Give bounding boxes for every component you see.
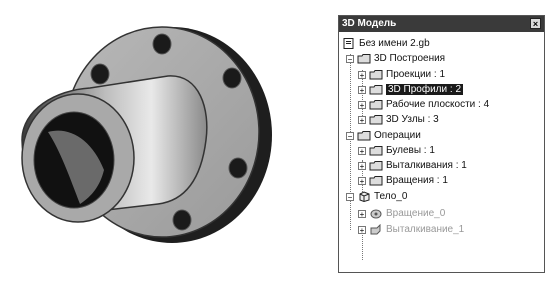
tree-group-operations[interactable]: − Операции: [346, 128, 421, 143]
expand-icon[interactable]: +: [358, 225, 366, 234]
tree-item-3d-nodes[interactable]: +3D Узлы : 3: [358, 112, 439, 127]
collapse-icon[interactable]: −: [346, 54, 354, 63]
close-icon[interactable]: ×: [530, 18, 541, 29]
folder-icon: [369, 85, 383, 95]
folder-icon: [369, 70, 383, 80]
collapse-icon[interactable]: −: [346, 192, 354, 201]
folder-icon: [357, 131, 371, 141]
tree-item-booleans[interactable]: + Булевы : 1: [358, 143, 435, 158]
tree-group-constructions[interactable]: −3D Построения: [346, 51, 445, 66]
expand-icon[interactable]: +: [358, 100, 366, 109]
expand-icon[interactable]: +: [358, 85, 366, 94]
folder-icon: [369, 115, 383, 125]
flange-3d-model: [21, 26, 272, 243]
tree-item-rotations[interactable]: + Вращения : 1: [358, 173, 448, 188]
tree-item-projections[interactable]: + Проекции : 1: [358, 67, 445, 82]
expand-icon[interactable]: +: [358, 209, 366, 218]
panel-title: 3D Модель: [342, 18, 397, 29]
model-tree-panel: 3D Модель × Без имени 2.gb −3D Построени…: [338, 15, 545, 273]
panel-titlebar: 3D Модель ×: [339, 16, 544, 32]
folder-icon: [369, 146, 383, 156]
folder-icon: [369, 176, 383, 186]
extrusion-icon: [370, 224, 381, 235]
document-icon: [343, 38, 354, 49]
expand-icon[interactable]: +: [358, 161, 366, 170]
folder-icon: [369, 161, 383, 171]
expand-icon[interactable]: +: [358, 146, 366, 155]
rotation-icon: [370, 209, 382, 219]
tree-group-body[interactable]: − Тело_0: [346, 189, 407, 204]
tree-item-rotation-0[interactable]: + Вращение_0: [358, 206, 445, 221]
solid-body-icon: [359, 191, 370, 202]
folder-icon: [357, 54, 371, 64]
folder-icon: [369, 100, 383, 110]
collapse-icon[interactable]: −: [346, 131, 354, 140]
tree-item-extrusions[interactable]: + Выталкивания : 1: [358, 158, 467, 173]
tree-item-extrusion-1[interactable]: + Выталкивание_1: [358, 222, 464, 237]
tree-root[interactable]: Без имени 2.gb: [342, 36, 430, 51]
expand-icon[interactable]: +: [358, 115, 366, 124]
tree-root-label: Без имени 2.gb: [359, 38, 430, 49]
tree-item-work-planes[interactable]: + Рабочие плоскости : 4: [358, 97, 489, 112]
tree-item-3d-profiles[interactable]: +3D Профили : 2: [358, 82, 464, 97]
expand-icon[interactable]: +: [358, 70, 366, 79]
expand-icon[interactable]: +: [358, 176, 366, 185]
